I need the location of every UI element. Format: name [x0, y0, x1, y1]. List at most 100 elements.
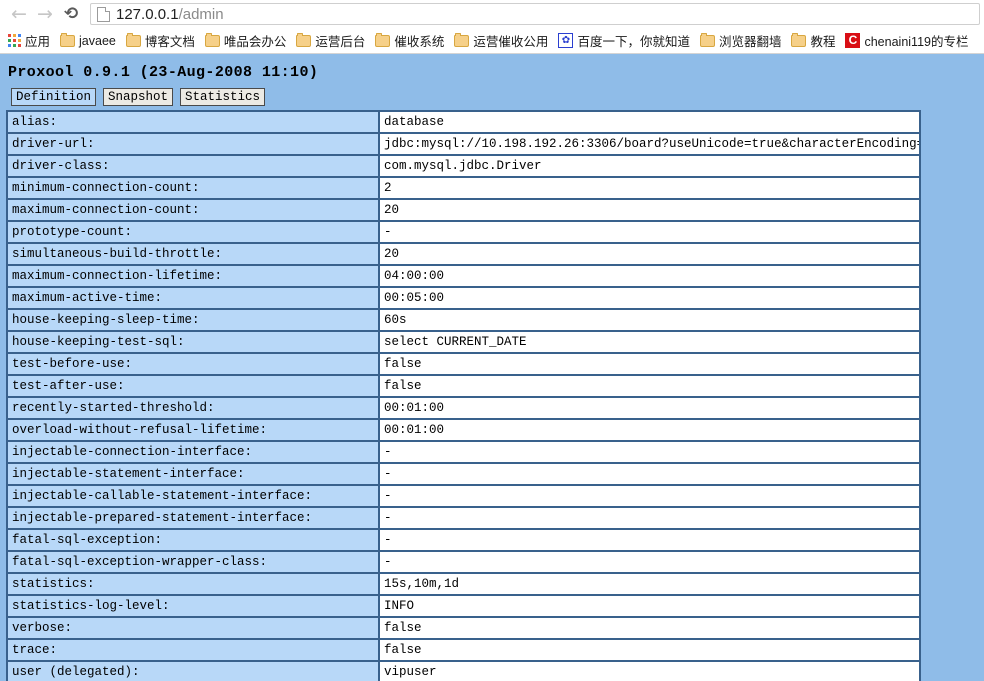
- bookmark-item[interactable]: 运营后台: [292, 30, 371, 52]
- bookmark-label: 百度一下，你就知道: [577, 35, 690, 49]
- property-value: 20: [379, 199, 920, 221]
- tab-definition[interactable]: Definition: [11, 88, 97, 106]
- table-row: test-before-use: false: [7, 353, 920, 375]
- table-row: prototype-count: -: [7, 221, 920, 243]
- table-row: maximum-connection-lifetime: 04:00:00: [7, 265, 920, 287]
- property-value: false: [379, 375, 920, 397]
- property-value: 00:01:00: [379, 397, 920, 419]
- property-label: verbose:: [7, 617, 379, 639]
- table-row: statistics-log-level: INFO: [7, 595, 920, 617]
- tab-statistics[interactable]: Statistics: [180, 88, 266, 106]
- property-label: test-after-use:: [7, 375, 379, 397]
- table-row: test-after-use: false: [7, 375, 920, 397]
- folder-icon: [375, 32, 391, 47]
- back-button[interactable]: ←: [6, 1, 32, 27]
- bookmark-item[interactable]: 博客文档: [122, 30, 201, 52]
- bookmark-label: 运营催收公用: [473, 35, 549, 49]
- address-bar-url: 127.0.0.1/admin: [116, 6, 224, 23]
- table-row: verbose: false: [7, 617, 920, 639]
- property-label: driver-url:: [7, 133, 379, 155]
- csdn-icon: C: [845, 33, 861, 48]
- table-row: injectable-statement-interface: -: [7, 463, 920, 485]
- table-row: house-keeping-test-sql: select CURRENT_DA…: [7, 331, 920, 353]
- browser-toolbar: ← → ⟳ 127.0.0.1/admin: [0, 0, 984, 28]
- bookmark-item[interactable]: 运营催收公用: [450, 30, 554, 52]
- folder-icon: [204, 32, 220, 47]
- property-label: maximum-active-time:: [7, 287, 379, 309]
- bookmark-label: 应用: [25, 35, 51, 49]
- bookmark-label: chenaini119的专栏: [864, 35, 969, 49]
- property-label: user (delegated):: [7, 661, 379, 681]
- property-value: 20: [379, 243, 920, 265]
- property-label: injectable-connection-interface:: [7, 441, 379, 463]
- browser-chrome: ← → ⟳ 127.0.0.1/admin 应用 javaee 博客文档 唯品会办公 运…: [0, 0, 984, 54]
- tab-snapshot[interactable]: Snapshot: [103, 88, 174, 106]
- property-value: 00:05:00: [379, 287, 920, 309]
- folder-icon: [699, 32, 715, 47]
- bookmark-item[interactable]: 催收系统: [371, 30, 450, 52]
- table-row: injectable-callable-statement-interface:…: [7, 485, 920, 507]
- folder-icon: [296, 32, 312, 47]
- folder-icon: [125, 32, 141, 47]
- bookmark-label: 催收系统: [394, 35, 445, 49]
- table-row: driver-class: com.mysql.jdbc.Driver: [7, 155, 920, 177]
- property-value: 00:01:00: [379, 419, 920, 441]
- bookmark-label: 浏览器翻墙: [718, 35, 782, 49]
- page-title: Proxool 0.9.1 (23-Aug-2008 11:10): [8, 64, 319, 81]
- table-row: maximum-connection-count: 20: [7, 199, 920, 221]
- bookmark-item[interactable]: Cchenaini119的专栏: [841, 30, 974, 52]
- property-value: -: [379, 529, 920, 551]
- reload-button[interactable]: ⟳: [58, 1, 84, 27]
- definition-table-body: alias: database driver-url: jdbc:mysql://10…: [7, 111, 920, 681]
- bookmark-label: javaee: [79, 33, 116, 48]
- table-row: trace: false: [7, 639, 920, 661]
- proxool-admin-page: Proxool 0.9.1 (23-Aug-2008 11:10) Defini…: [0, 54, 984, 681]
- folder-icon: [454, 32, 470, 47]
- table-row: recently-started-threshold: 00:01:00: [7, 397, 920, 419]
- property-value: -: [379, 441, 920, 463]
- property-value: -: [379, 221, 920, 243]
- property-value: 2: [379, 177, 920, 199]
- bookmark-item[interactable]: javaee: [56, 30, 122, 52]
- property-value: -: [379, 463, 920, 485]
- address-bar[interactable]: 127.0.0.1/admin: [90, 3, 980, 25]
- table-row: driver-url: jdbc:mysql://10.198.192.26:33…: [7, 133, 920, 155]
- property-label: statistics-log-level:: [7, 595, 379, 617]
- table-row: statistics: 15s,10m,1d: [7, 573, 920, 595]
- property-value: database: [379, 111, 920, 133]
- table-row: overload-without-refusal-lifetime: 00:01:…: [7, 419, 920, 441]
- property-label: trace:: [7, 639, 379, 661]
- forward-arrow-icon: →: [37, 2, 53, 25]
- property-label: statistics:: [7, 573, 379, 595]
- property-label: prototype-count:: [7, 221, 379, 243]
- table-row: fatal-sql-exception: -: [7, 529, 920, 551]
- property-label: overload-without-refusal-lifetime:: [7, 419, 379, 441]
- table-row: house-keeping-sleep-time: 60s: [7, 309, 920, 331]
- property-value: -: [379, 507, 920, 529]
- table-row: user (delegated): vipuser: [7, 661, 920, 681]
- tab-bar: Definition Snapshot Statistics: [11, 88, 984, 106]
- table-row: injectable-prepared-statement-interface:…: [7, 507, 920, 529]
- property-value: jdbc:mysql://10.198.192.26:3306/board?us…: [379, 133, 920, 155]
- apps-grid-icon: [8, 34, 21, 47]
- property-value: com.mysql.jdbc.Driver: [379, 155, 920, 177]
- property-label: maximum-connection-count:: [7, 199, 379, 221]
- bookmark-item[interactable]: 唯品会办公: [201, 30, 293, 52]
- property-label: injectable-prepared-statement-interface:: [7, 507, 379, 529]
- baidu-paw-icon: ✿: [558, 33, 574, 48]
- url-host: 127.0.0.1: [116, 5, 179, 23]
- property-value: -: [379, 551, 920, 573]
- forward-button[interactable]: →: [32, 1, 58, 27]
- bookmark-item[interactable]: 应用: [4, 30, 56, 52]
- property-label: recently-started-threshold:: [7, 397, 379, 419]
- bookmark-item[interactable]: ✿ 百度一下，你就知道: [554, 30, 696, 52]
- property-label: test-before-use:: [7, 353, 379, 375]
- bookmark-item[interactable]: 浏览器翻墙: [696, 30, 788, 52]
- property-value: vipuser: [379, 661, 920, 681]
- bookmark-item[interactable]: 教程: [787, 30, 841, 52]
- property-label: alias:: [7, 111, 379, 133]
- property-label: driver-class:: [7, 155, 379, 177]
- bookmark-label: 唯品会办公: [223, 35, 287, 49]
- property-label: minimum-connection-count:: [7, 177, 379, 199]
- property-value: false: [379, 353, 920, 375]
